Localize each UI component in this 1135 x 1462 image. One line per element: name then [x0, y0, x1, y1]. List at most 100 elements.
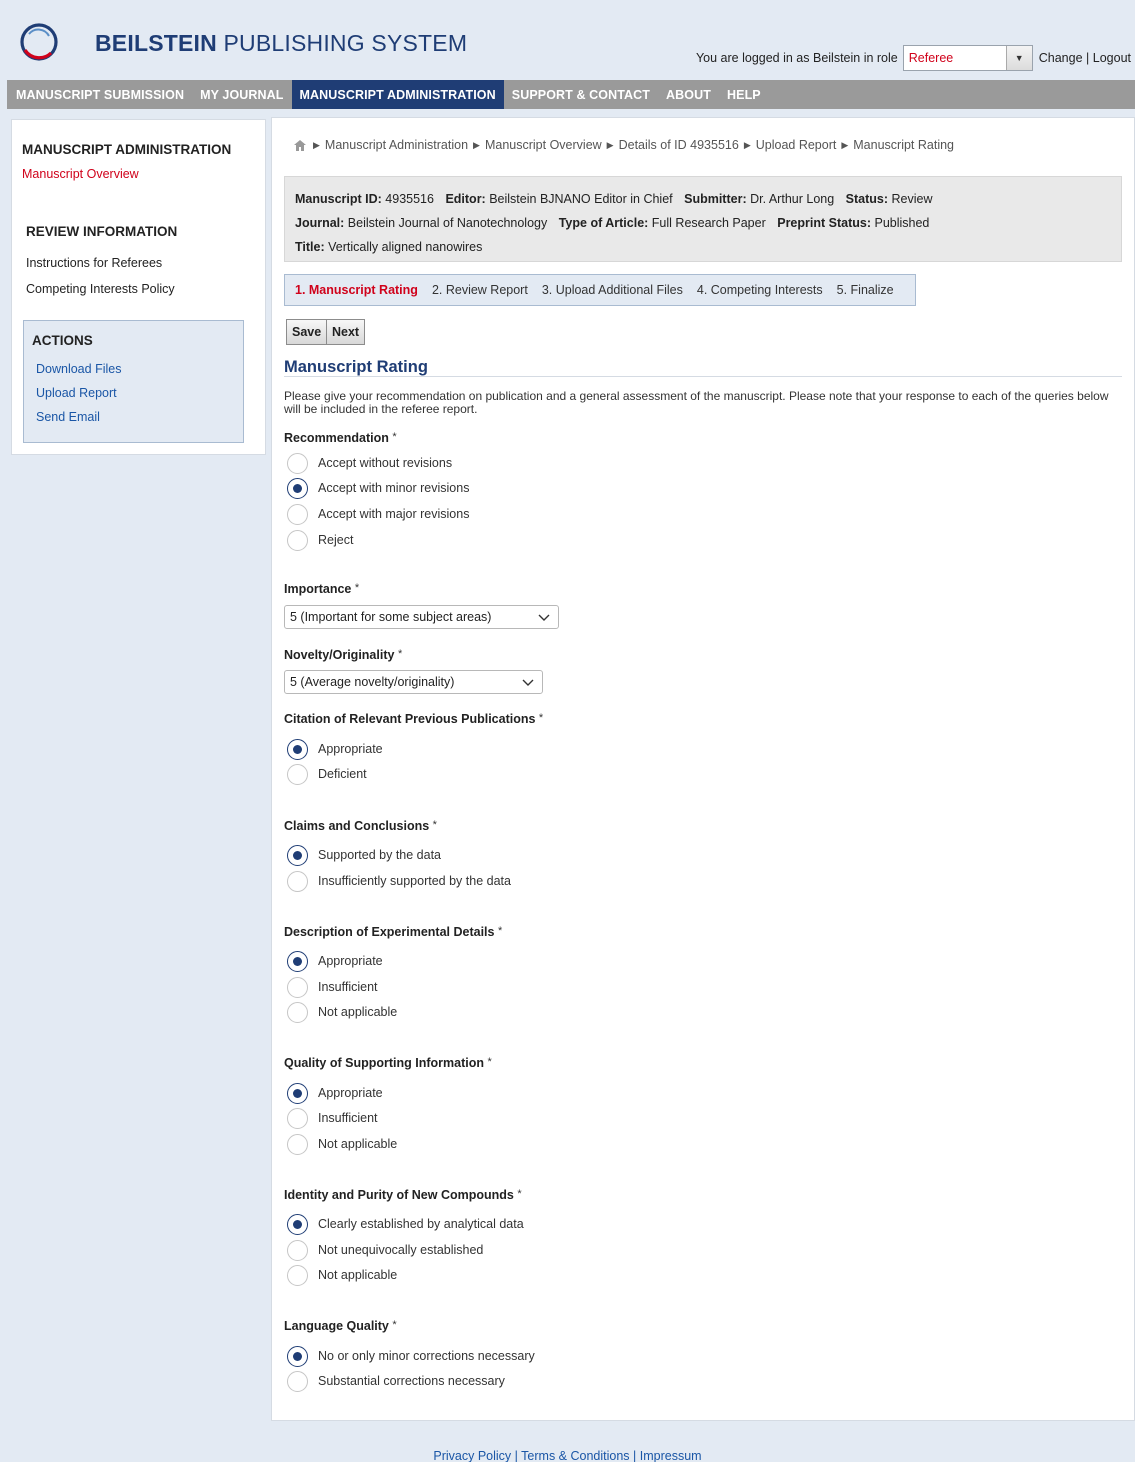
claims-option[interactable]: Supported by the data — [287, 844, 441, 866]
experimental-option[interactable]: Not applicable — [287, 1001, 397, 1023]
breadcrumb-arrow-icon: ▶ — [473, 139, 480, 150]
importance-select[interactable]: 5 (Important for some subject areas) — [284, 605, 559, 629]
manuscript-id-label: Manuscript ID: — [295, 192, 382, 206]
impressum-link[interactable]: Impressum — [640, 1449, 702, 1462]
radio-button-selected[interactable] — [287, 950, 308, 972]
language-option[interactable]: No or only minor corrections necessary — [287, 1345, 535, 1367]
recommendation-option[interactable]: Accept with minor revisions — [287, 477, 469, 499]
required-mark: * — [354, 582, 360, 594]
step-competing-interests[interactable]: 4. Competing Interests — [697, 283, 823, 297]
compounds-option[interactable]: Not applicable — [287, 1264, 397, 1286]
type-label: Type of Article: — [558, 216, 649, 230]
nav-help[interactable]: HELP — [719, 80, 769, 109]
radio-button-selected[interactable] — [287, 1082, 308, 1104]
radio-button[interactable] — [287, 1239, 308, 1261]
footer-separator: | — [633, 1449, 637, 1462]
terms-link[interactable]: Terms & Conditions — [521, 1449, 629, 1462]
role-select[interactable]: Referee ▼ — [902, 45, 1033, 71]
action-upload-report[interactable]: Upload Report — [36, 386, 117, 400]
supporting-option[interactable]: Not applicable — [287, 1133, 397, 1155]
step-finalize[interactable]: 5. Finalize — [837, 283, 894, 297]
radio-button[interactable] — [287, 1001, 308, 1023]
experimental-option[interactable]: Insufficient — [287, 976, 378, 998]
radio-button-selected[interactable] — [287, 1345, 308, 1367]
recommendation-option[interactable]: Reject — [287, 529, 353, 551]
breadcrumb-item[interactable]: Details of ID 4935516 — [619, 138, 739, 152]
step-review-report[interactable]: 2. Review Report — [432, 283, 528, 297]
compounds-option[interactable]: Clearly established by analytical data — [287, 1213, 524, 1235]
radio-button[interactable] — [287, 763, 308, 785]
journal-label: Journal: — [295, 216, 345, 230]
recommendation-option[interactable]: Accept with major revisions — [287, 503, 469, 525]
info-line-2: Journal: Beilstein Journal of Nanotechno… — [295, 211, 1111, 235]
login-text: You are logged in as Beilstein in role — [695, 51, 898, 65]
required-mark: * — [487, 1056, 492, 1068]
compounds-option[interactable]: Not unequivocally established — [287, 1239, 483, 1261]
supporting-option[interactable]: Appropriate — [287, 1082, 383, 1104]
dropdown-arrow-icon[interactable]: ▼ — [1005, 46, 1032, 70]
role-value: Referee — [908, 51, 954, 65]
radio-button[interactable] — [287, 870, 308, 892]
breadcrumb-arrow-icon: ▶ — [841, 139, 849, 150]
nav-my-journal[interactable]: MY JOURNAL — [192, 80, 291, 109]
preprint-value: Published — [874, 216, 930, 230]
radio-button-selected[interactable] — [287, 1213, 308, 1235]
breadcrumb-item[interactable]: Manuscript Administration — [325, 138, 468, 152]
breadcrumb-current: Manuscript Rating — [853, 138, 955, 152]
radio-button[interactable] — [287, 1133, 308, 1155]
sidebar: MANUSCRIPT ADMINISTRATION Manuscript Ove… — [11, 119, 266, 455]
language-option[interactable]: Substantial corrections necessary — [287, 1370, 505, 1392]
radio-button[interactable] — [287, 976, 308, 998]
compounds-label: Identity and Purity of New Compounds * — [284, 1188, 522, 1202]
radio-button-selected[interactable] — [287, 844, 308, 866]
sidebar-link-manuscript-overview[interactable]: Manuscript Overview — [22, 167, 139, 181]
radio-button[interactable] — [287, 503, 308, 525]
section-divider — [284, 376, 1122, 377]
save-button[interactable]: Save — [286, 319, 328, 345]
breadcrumb-item[interactable]: Manuscript Overview — [485, 138, 602, 152]
nav-manuscript-submission[interactable]: MANUSCRIPT SUBMISSION — [7, 80, 192, 109]
next-button[interactable]: Next — [326, 319, 366, 345]
radio-button-selected[interactable] — [287, 738, 308, 760]
sidebar-link-instructions[interactable]: Instructions for Referees — [26, 256, 162, 270]
option-label: Substantial corrections necessary — [318, 1374, 505, 1388]
recommendation-option[interactable]: Accept without revisions — [287, 452, 452, 474]
radio-button[interactable] — [287, 452, 308, 474]
login-links: Change | Logout — [1039, 51, 1131, 65]
option-label: Not applicable — [318, 1268, 398, 1282]
breadcrumb-arrow-icon: ▶ — [743, 139, 751, 150]
supporting-option[interactable]: Insufficient — [287, 1107, 378, 1129]
chevron-down-icon — [538, 614, 550, 621]
privacy-policy-link[interactable]: Privacy Policy — [433, 1449, 511, 1462]
radio-button[interactable] — [287, 529, 308, 551]
breadcrumb-arrow-icon: ▶ — [606, 139, 614, 150]
nav-about[interactable]: ABOUT — [658, 80, 719, 109]
nav-support-contact[interactable]: SUPPORT & CONTACT — [504, 80, 658, 109]
logout-link[interactable]: Logout — [1093, 51, 1131, 65]
action-download-files[interactable]: Download Files — [36, 362, 121, 376]
citation-option[interactable]: Deficient — [287, 763, 367, 785]
radio-button-selected[interactable] — [287, 477, 308, 499]
radio-button[interactable] — [287, 1264, 308, 1286]
citation-option[interactable]: Appropriate — [287, 738, 383, 760]
footer-separator: | — [514, 1449, 518, 1462]
claims-option[interactable]: Insufficiently supported by the data — [287, 870, 511, 892]
sidebar-link-competing-policy[interactable]: Competing Interests Policy — [26, 282, 175, 296]
experimental-option[interactable]: Appropriate — [287, 950, 383, 972]
nav-manuscript-administration[interactable]: MANUSCRIPT ADMINISTRATION — [291, 80, 504, 109]
step-manuscript-rating[interactable]: 1. Manuscript Rating — [295, 283, 418, 297]
breadcrumb-item[interactable]: Upload Report — [756, 138, 837, 152]
login-separator: | — [1086, 51, 1090, 65]
option-label: Appropriate — [318, 742, 383, 756]
breadcrumb: ▶ Manuscript Administration ▶ Manuscript… — [294, 138, 954, 152]
supporting-label: Quality of Supporting Information * — [284, 1056, 492, 1070]
radio-button[interactable] — [287, 1370, 308, 1392]
change-link[interactable]: Change — [1039, 51, 1083, 65]
step-upload-files[interactable]: 3. Upload Additional Files — [542, 283, 683, 297]
experimental-label-text: Description of Experimental Details — [284, 925, 495, 939]
radio-button[interactable] — [287, 1107, 308, 1129]
novelty-select[interactable]: 5 (Average novelty/originality) — [284, 670, 543, 694]
action-send-email[interactable]: Send Email — [36, 410, 100, 424]
home-icon[interactable] — [294, 139, 306, 151]
option-label: Appropriate — [318, 1086, 383, 1100]
